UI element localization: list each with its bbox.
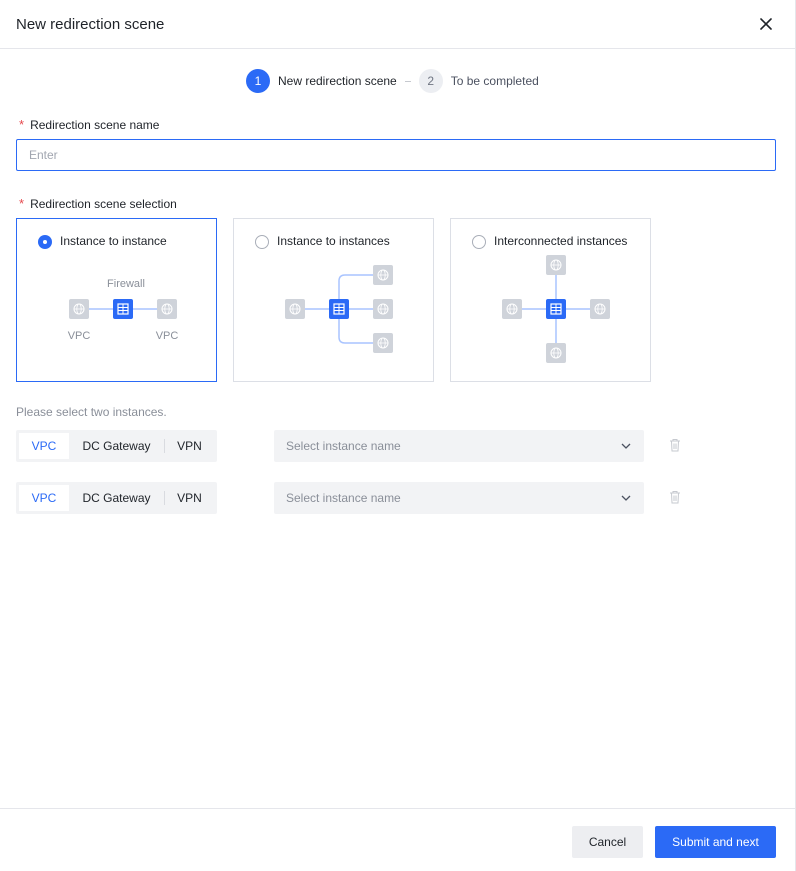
globe-icon	[373, 333, 393, 353]
submit-and-next-button[interactable]: Submit and next	[655, 826, 776, 858]
instance-to-instances-diagram	[285, 265, 393, 353]
step-1-number: 1	[246, 69, 270, 93]
vpc-label-right: VPC	[156, 330, 179, 342]
step-1-label: New redirection scene	[278, 74, 397, 88]
firewall-icon	[546, 299, 566, 319]
required-asterisk: *	[19, 117, 25, 132]
globe-icon	[69, 299, 89, 319]
globe-icon	[157, 299, 177, 319]
select-placeholder: Select instance name	[286, 439, 401, 453]
step-separator	[404, 80, 411, 82]
type-option-vpn[interactable]: VPN	[165, 433, 214, 459]
required-asterisk: *	[19, 196, 25, 211]
redirection-scene-dialog: New redirection scene 1 New redirection …	[0, 0, 796, 871]
type-option-vpc[interactable]: VPC	[19, 433, 69, 459]
dialog-title: New redirection scene	[16, 16, 165, 33]
instance-type-selector: VPC DC Gateway VPN	[16, 430, 217, 462]
globe-icon	[590, 299, 610, 319]
firewall-icon	[113, 299, 133, 319]
chevron-down-icon	[621, 495, 631, 501]
scene-name-label: * Redirection scene name	[19, 117, 160, 132]
firewall-label: Firewall	[107, 278, 145, 290]
type-option-vpn[interactable]: VPN	[165, 485, 214, 511]
trash-icon[interactable]	[669, 490, 681, 504]
type-option-dc-gateway[interactable]: DC Gateway	[69, 485, 164, 511]
globe-icon	[546, 343, 566, 363]
cancel-button[interactable]: Cancel	[572, 826, 643, 858]
dialog-header: New redirection scene	[0, 0, 796, 49]
trash-icon[interactable]	[669, 438, 681, 452]
instance-name-select[interactable]: Select instance name	[274, 430, 644, 462]
instance-name-select[interactable]: Select instance name	[274, 482, 644, 514]
dialog-footer: Cancel Submit and next	[0, 808, 796, 871]
stepper: 1 New redirection scene 2 To be complete…	[246, 69, 539, 93]
instance-type-selector: VPC DC Gateway VPN	[16, 482, 217, 514]
globe-icon	[502, 299, 522, 319]
firewall-icon	[329, 299, 349, 319]
instance-to-instance-diagram: Firewall VPC VPC	[68, 278, 179, 342]
step-2-number: 2	[418, 69, 443, 93]
type-option-vpc[interactable]: VPC	[19, 485, 69, 511]
select-placeholder: Select instance name	[286, 491, 401, 505]
globe-icon	[546, 255, 566, 275]
scene-name-input[interactable]	[16, 139, 776, 171]
type-option-dc-gateway[interactable]: DC Gateway	[69, 433, 164, 459]
globe-icon	[373, 299, 393, 319]
scene-option-instance-to-instances[interactable]: Instance to instances	[233, 218, 434, 382]
scene-selection-label: * Redirection scene selection	[19, 196, 177, 211]
chevron-down-icon	[621, 443, 631, 449]
globe-icon	[373, 265, 393, 285]
vpc-label-left: VPC	[68, 330, 91, 342]
instances-hint: Please select two instances.	[16, 405, 167, 419]
step-2-label: To be completed	[450, 74, 539, 88]
globe-icon	[285, 299, 305, 319]
close-icon[interactable]	[756, 14, 776, 34]
interconnected-instances-diagram	[502, 255, 610, 363]
scene-option-instance-to-instance[interactable]: Instance to instance Firewall VPC VPC	[16, 218, 217, 382]
scene-option-interconnected-instances[interactable]: Interconnected instances	[450, 218, 651, 382]
